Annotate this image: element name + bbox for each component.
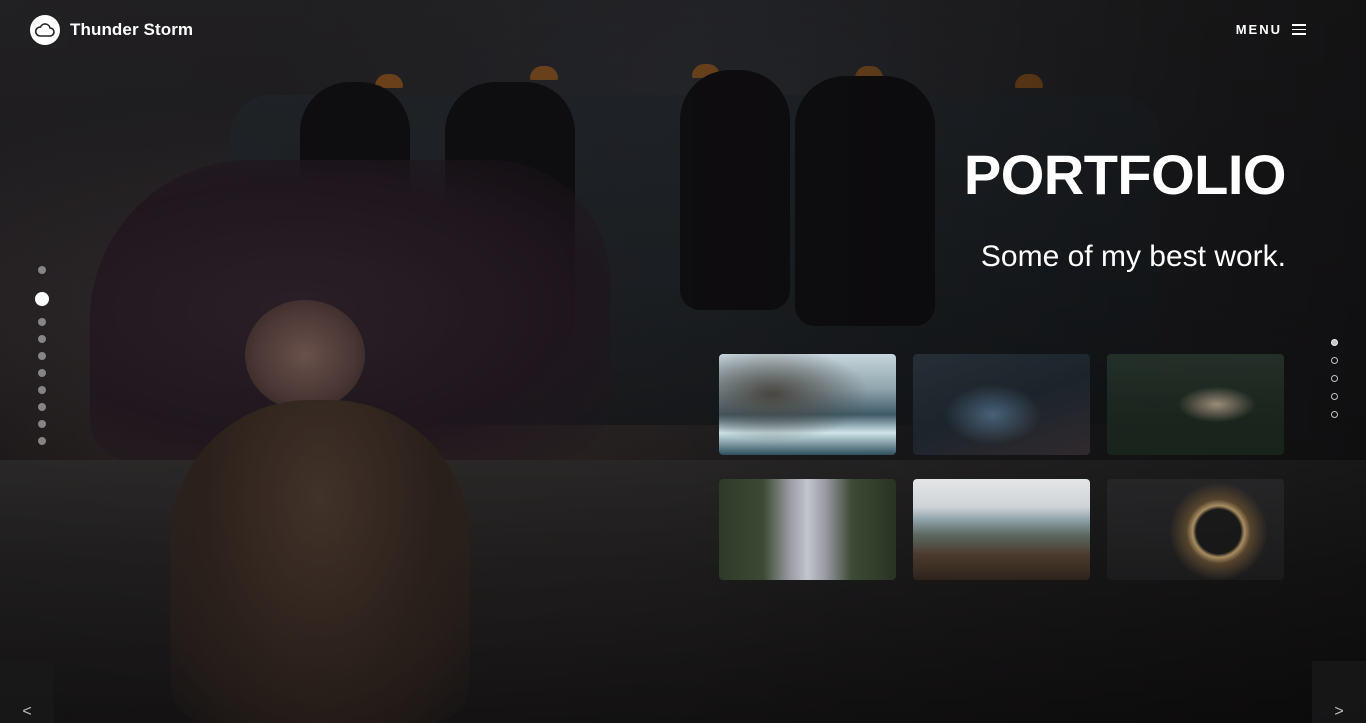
prev-arrow-button[interactable]: < <box>0 661 54 723</box>
cloud-icon <box>30 15 60 45</box>
slide-dot[interactable] <box>38 420 46 428</box>
slide-dot[interactable] <box>38 386 46 394</box>
next-arrow-button[interactable]: > <box>1312 661 1366 723</box>
section-nav-dot[interactable] <box>1331 375 1338 382</box>
brand-name: Thunder Storm <box>70 20 194 39</box>
gallery-thumb-city-bridge[interactable] <box>719 479 896 580</box>
slide-dot[interactable] <box>38 335 46 343</box>
brand-link[interactable]: Thunder Storm <box>30 15 193 45</box>
slide-dot[interactable] <box>38 266 46 274</box>
chevron-right-icon: > <box>1334 703 1344 720</box>
section-nav-dot-active[interactable] <box>1331 339 1338 346</box>
slide-dot[interactable] <box>38 352 46 360</box>
slide-dot[interactable] <box>38 318 46 326</box>
gallery-thumb-sparkler[interactable] <box>1107 354 1284 455</box>
menu-button[interactable]: MENU <box>1236 22 1306 37</box>
gallery-thumb-rocky-coast[interactable] <box>719 354 896 455</box>
gallery-thumb-ring-of-fire[interactable] <box>1107 479 1284 580</box>
slide-dot-active[interactable] <box>35 292 49 306</box>
section-nav-dot[interactable] <box>1331 411 1338 418</box>
hamburger-icon <box>1292 24 1306 35</box>
hero-section: Thunder Storm MENU PORTFOLIO Some of my … <box>0 0 1366 723</box>
slide-dot[interactable] <box>38 403 46 411</box>
chevron-left-icon: < <box>22 703 32 720</box>
slide-dot[interactable] <box>38 369 46 377</box>
section-nav <box>1331 339 1338 418</box>
slide-dot[interactable] <box>38 437 46 445</box>
portfolio-gallery <box>719 354 1284 580</box>
page-title: PORTFOLIO <box>963 143 1287 206</box>
gallery-thumb-fence-road[interactable] <box>913 354 1090 455</box>
slide-indicator-rail <box>35 266 49 454</box>
gallery-thumb-beach-cliffs[interactable] <box>913 479 1090 580</box>
menu-label: MENU <box>1235 22 1282 37</box>
page-subtitle: Some of my best work. <box>980 240 1286 273</box>
section-nav-dot[interactable] <box>1331 393 1338 400</box>
section-nav-dot[interactable] <box>1331 357 1338 364</box>
